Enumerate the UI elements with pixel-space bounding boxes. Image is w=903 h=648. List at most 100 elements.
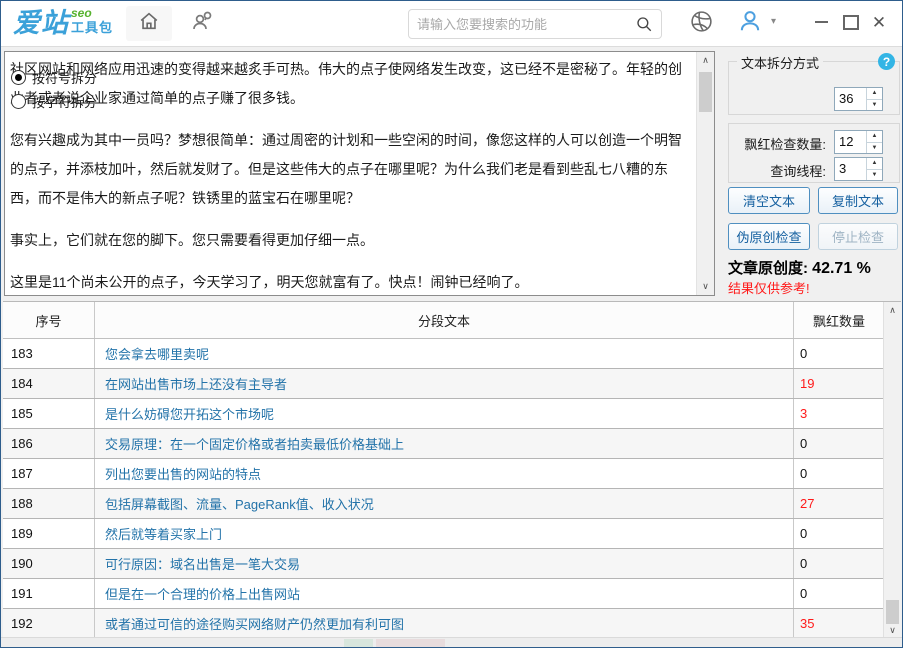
horizontal-scrollbar[interactable] xyxy=(1,637,902,647)
app-window: 爱站 seo 工具包 请输入您要搜索的功能 ▾ ✕ 社区网站和网络应用迅速的变得… xyxy=(0,0,903,648)
table-row[interactable]: 189 然后就等着买家上门 0 xyxy=(3,519,884,549)
cell-red-count: 0 xyxy=(800,346,808,361)
scroll-up-icon[interactable]: ∧ xyxy=(697,52,714,69)
user-account-button[interactable] xyxy=(736,9,764,37)
globe-button[interactable] xyxy=(687,10,715,38)
toolbar: 爱站 seo 工具包 请输入您要搜索的功能 ▾ ✕ xyxy=(1,1,902,47)
table-row[interactable]: 184 在网站出售市场上还没有主导者 19 xyxy=(3,369,884,399)
editor-paragraph: 您有兴趣成为其中一员吗？梦想很简单：通过周密的计划和一些空闲的时间，像您这样的人… xyxy=(10,132,682,206)
cell-red-count: 27 xyxy=(800,496,815,511)
table-scrollbar[interactable]: ∧ ∨ xyxy=(883,302,901,639)
table-row[interactable]: 185 是什么妨碍您开拓这个市场呢 3 xyxy=(3,399,884,429)
header-segment-text: 分段文本 xyxy=(95,302,794,338)
search-box xyxy=(408,9,662,39)
user-dropdown-caret[interactable]: ▾ xyxy=(771,16,776,27)
cell-index: 191 xyxy=(3,579,95,608)
table-row[interactable]: 191 但是在一个合理的价格上出售网站 0 xyxy=(3,579,884,609)
contact-button[interactable] xyxy=(179,6,225,41)
cell-segment-text[interactable]: 包括屏幕截图、流量、PageRank值、收入状况 xyxy=(95,489,794,518)
user-icon xyxy=(737,8,763,39)
radio-unselected-icon xyxy=(11,94,26,109)
close-button[interactable]: ✕ xyxy=(867,11,891,33)
home-button[interactable] xyxy=(126,6,172,41)
table-row[interactable]: 187 列出您要出售的网站的特点 0 xyxy=(3,459,884,489)
article-text[interactable]: 社区网站和网络应用迅速的变得越来越炙手可热。伟大的点子使网络发生改变，这已经不是… xyxy=(5,52,697,295)
editor-scrollbar-thumb[interactable] xyxy=(699,72,712,112)
scroll-up-icon[interactable]: ∧ xyxy=(884,302,901,319)
char-count-spinner[interactable]: 36 ▲ ▼ xyxy=(834,87,883,111)
logo-sub: 工具包 xyxy=(71,20,114,35)
cell-segment-text[interactable]: 在网站出售市场上还没有主导者 xyxy=(95,369,794,398)
scroll-down-icon[interactable]: ∨ xyxy=(697,278,714,295)
cell-red-count: 3 xyxy=(800,406,808,421)
cell-segment-text[interactable]: 列出您要出售的网站的特点 xyxy=(95,459,794,488)
editor-paragraph: 这里是11个尚未公开的点子，今天学习了，明天您就富有了。快点！闹钟已经响了。 xyxy=(10,274,529,290)
table-row[interactable]: 186 交易原理：在一个固定价格或者拍卖最低价格基础上 0 xyxy=(3,429,884,459)
spinner-up-icon[interactable]: ▲ xyxy=(867,131,882,143)
spinner-down-icon[interactable]: ▼ xyxy=(867,100,882,111)
cell-index: 190 xyxy=(3,549,95,578)
red-check-label: 飘红检查数量: xyxy=(744,137,826,152)
editor-scrollbar[interactable]: ∧ ∨ xyxy=(696,52,714,295)
hscroll-segment xyxy=(376,639,445,647)
search-icon[interactable] xyxy=(635,15,653,33)
maximize-icon xyxy=(843,14,859,30)
originality-result: 文章原创度: 42.71 % xyxy=(728,257,871,278)
header-red-count: 飘红数量 xyxy=(812,313,865,329)
radio-selected-icon xyxy=(11,70,26,85)
help-icon[interactable]: ? xyxy=(878,53,895,70)
red-check-spinner[interactable]: 12 ▲ ▼ xyxy=(834,130,883,154)
maximize-button[interactable] xyxy=(839,11,863,33)
cell-red-count: 0 xyxy=(800,466,808,481)
table-row[interactable]: 190 可行原因：域名出售是一笔大交易 0 xyxy=(3,549,884,579)
spinner-up-icon[interactable]: ▲ xyxy=(867,88,882,100)
copy-text-button[interactable]: 复制文本 xyxy=(818,187,898,214)
spinner-down-icon[interactable]: ▼ xyxy=(867,170,882,181)
cell-segment-text[interactable]: 可行原因：域名出售是一笔大交易 xyxy=(95,549,794,578)
radio-split-by-chars[interactable]: 按字符拆分 xyxy=(11,92,97,111)
cell-segment-text[interactable]: 或者通过可信的途径购买网络财产仍然更加有利可图 xyxy=(95,609,794,638)
table-row[interactable]: 183 您会拿去哪里卖呢 0 xyxy=(3,339,884,369)
spinner-down-icon[interactable]: ▼ xyxy=(867,143,882,154)
stop-check-button[interactable]: 停止检查 xyxy=(818,223,898,250)
cell-red-count: 19 xyxy=(800,376,815,391)
cell-index: 188 xyxy=(3,489,95,518)
logo-sup: seo xyxy=(71,6,92,20)
originality-check-button[interactable]: 伪原创检查 xyxy=(728,223,810,250)
cell-segment-text[interactable]: 但是在一个合理的价格上出售网站 xyxy=(95,579,794,608)
thread-spinner[interactable]: 3 ▲ ▼ xyxy=(834,157,883,181)
table-row[interactable]: 188 包括屏幕截图、流量、PageRank值、收入状况 27 xyxy=(3,489,884,519)
originality-label: 文章原创度: xyxy=(728,260,808,277)
editor-paragraph: 事实上，它们就在您的脚下。您只需要看得更加仔细一点。 xyxy=(10,232,374,248)
cell-segment-text[interactable]: 交易原理：在一个固定价格或者拍卖最低价格基础上 xyxy=(95,429,794,458)
clear-text-button[interactable]: 清空文本 xyxy=(728,187,810,214)
hscroll-segment xyxy=(344,639,373,647)
home-icon xyxy=(138,10,160,37)
editor-paragraph: 社区网站和网络应用迅速的变得越来越炙手可热。伟大的点子使网络发生改变，这已经不是… xyxy=(10,61,682,106)
radio-split-by-symbol[interactable]: 按符号拆分 xyxy=(11,68,97,87)
disclaimer-text: 结果仅供参考! xyxy=(728,281,810,296)
table-scrollbar-thumb[interactable] xyxy=(886,600,899,624)
globe-icon xyxy=(689,9,714,39)
cell-segment-text[interactable]: 然后就等着买家上门 xyxy=(95,519,794,548)
table-header: 序号 分段文本 飘红数量 xyxy=(3,302,884,339)
cell-red-count: 0 xyxy=(800,586,808,601)
app-logo: 爱站 seo 工具包 xyxy=(13,6,113,40)
table-row[interactable]: 192 或者通过可信的途径购买网络财产仍然更加有利可图 35 xyxy=(3,609,884,639)
minimize-icon xyxy=(814,21,828,23)
cell-index: 189 xyxy=(3,519,95,548)
close-icon: ✕ xyxy=(871,12,887,32)
cell-index: 192 xyxy=(3,609,95,638)
thread-label: 查询线程: xyxy=(770,164,826,179)
segments-table: 序号 分段文本 飘红数量 183 您会拿去哪里卖呢 0 184 在网站出售市场上… xyxy=(3,301,901,640)
spinner-up-icon[interactable]: ▲ xyxy=(867,158,882,170)
cell-segment-text[interactable]: 是什么妨碍您开拓这个市场呢 xyxy=(95,399,794,428)
table-body: 183 您会拿去哪里卖呢 0 184 在网站出售市场上还没有主导者 19 185… xyxy=(3,339,884,639)
search-input[interactable] xyxy=(409,16,635,32)
cell-red-count: 0 xyxy=(800,526,808,541)
cell-red-count: 35 xyxy=(800,616,815,631)
minimize-button[interactable] xyxy=(809,11,833,33)
cell-segment-text[interactable]: 您会拿去哪里卖呢 xyxy=(95,339,794,368)
cell-red-count: 0 xyxy=(800,436,808,451)
article-text-area[interactable]: 社区网站和网络应用迅速的变得越来越炙手可热。伟大的点子使网络发生改变，这已经不是… xyxy=(4,51,715,296)
